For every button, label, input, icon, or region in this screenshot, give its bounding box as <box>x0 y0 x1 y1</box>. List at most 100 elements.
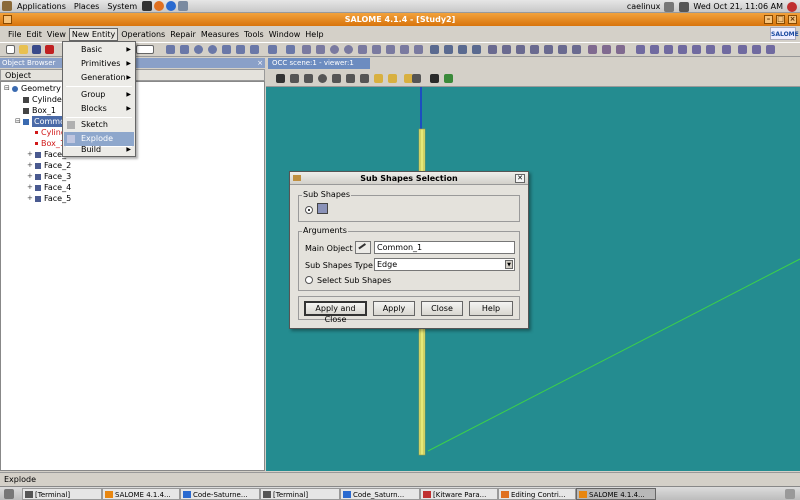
revolution-icon[interactable] <box>386 45 395 54</box>
dialog-menu-icon[interactable] <box>293 175 301 181</box>
tree-item-face-3[interactable]: + Face_3 <box>27 171 71 182</box>
module-selector-icon[interactable] <box>136 45 154 54</box>
tree-item-box-ref[interactable]: Box_1 <box>35 138 65 149</box>
dump-view-icon[interactable] <box>276 74 285 83</box>
bounding-box-icon[interactable] <box>766 45 775 54</box>
collapse-icon[interactable]: ⊟ <box>4 83 12 94</box>
arc-icon[interactable] <box>222 45 231 54</box>
apply-and-close-button[interactable]: Apply and Close <box>304 301 367 324</box>
menu-window[interactable]: Window <box>267 29 303 40</box>
help-button[interactable]: Help <box>469 301 513 316</box>
torus-icon[interactable] <box>344 45 353 54</box>
task-terminal-2[interactable]: [Terminal] <box>260 488 340 500</box>
front-view-icon[interactable] <box>374 74 383 83</box>
menu-file[interactable]: File <box>6 29 23 40</box>
plane-icon[interactable] <box>268 45 277 54</box>
menu-item-sketch[interactable]: Sketch <box>64 118 134 132</box>
fit-all-icon[interactable] <box>290 74 299 83</box>
task-editing[interactable]: Editing Contri... <box>498 488 576 500</box>
fuse-icon[interactable] <box>430 45 439 54</box>
rotation-icon[interactable] <box>502 45 511 54</box>
clone-view-icon[interactable] <box>412 74 421 83</box>
close-contour-icon[interactable] <box>678 45 687 54</box>
menu-item-generation[interactable]: Generation ▶ <box>64 71 134 85</box>
main-object-field[interactable]: Common_1 <box>374 241 515 254</box>
dimension-icon[interactable] <box>738 45 747 54</box>
task-code-saturne-2[interactable]: Code_Saturn... <box>340 488 420 500</box>
new-document-icon[interactable] <box>6 45 15 54</box>
power-icon[interactable] <box>787 1 797 12</box>
sphere-icon[interactable] <box>330 45 339 54</box>
expand-icon[interactable]: + <box>27 160 35 171</box>
gnome-foot-icon[interactable] <box>2 1 12 11</box>
expand-icon[interactable]: + <box>27 171 35 182</box>
tree-item-face-4[interactable]: + Face_4 <box>27 182 71 193</box>
extrusion-icon[interactable] <box>372 45 381 54</box>
inertia-icon[interactable] <box>752 45 761 54</box>
suppress-faces-icon[interactable] <box>664 45 673 54</box>
lcs-icon[interactable] <box>286 45 295 54</box>
menu-repair[interactable]: Repair <box>168 29 198 40</box>
expand-icon[interactable]: + <box>27 149 35 160</box>
cone-icon[interactable] <box>358 45 367 54</box>
minimize-icon[interactable]: – <box>764 15 773 24</box>
box-icon[interactable] <box>302 45 311 54</box>
remove-holes-icon[interactable] <box>692 45 701 54</box>
check-shape-icon[interactable] <box>706 45 715 54</box>
chamfer-icon[interactable] <box>602 45 611 54</box>
applications-menu[interactable]: Applications <box>13 2 70 11</box>
multi-translation-icon[interactable] <box>558 45 567 54</box>
window-menu-icon[interactable] <box>3 15 12 24</box>
archimede-icon[interactable] <box>616 45 625 54</box>
task-terminal-1[interactable]: [Terminal] <box>22 488 102 500</box>
mirror-icon[interactable] <box>530 45 539 54</box>
delete-icon[interactable] <box>45 45 54 54</box>
task-kitware[interactable]: [Kitware Para... <box>420 488 498 500</box>
object-browser-close-icon[interactable]: × <box>257 58 263 68</box>
system-menu[interactable]: System <box>103 2 141 11</box>
menu-edit[interactable]: Edit <box>24 29 44 40</box>
menu-item-build[interactable]: Build ▶ <box>64 144 134 156</box>
sub-shapes-type-combo[interactable]: Edge ▼ <box>374 258 515 271</box>
multi-rotation-icon[interactable] <box>572 45 581 54</box>
tree-item-geometry[interactable]: ⊟ Geometry <box>4 83 61 94</box>
tree-item-box[interactable]: Box_1 <box>23 105 56 116</box>
sew-icon[interactable] <box>636 45 645 54</box>
dialog-titlebar[interactable]: Sub Shapes Selection ✕ <box>290 172 528 185</box>
viewer-tab[interactable]: OCC scene:1 - viewer:1 <box>268 58 370 69</box>
files-launcher-icon[interactable] <box>178 1 189 11</box>
menu-item-blocks[interactable]: Blocks ▶ <box>64 102 134 116</box>
pan-icon[interactable] <box>332 74 341 83</box>
menu-view[interactable]: View <box>45 29 68 40</box>
firefox-launcher-icon[interactable] <box>154 1 165 11</box>
places-menu[interactable]: Places <box>70 2 103 11</box>
show-desktop-icon[interactable] <box>4 489 14 499</box>
dialog-close-icon[interactable]: ✕ <box>515 174 525 183</box>
task-salome-2[interactable]: SALOME 4.1.4... <box>576 488 656 500</box>
pipe-icon[interactable] <box>414 45 423 54</box>
scale-icon[interactable] <box>516 45 525 54</box>
main-object-select-button[interactable] <box>355 241 371 254</box>
menu-help[interactable]: Help <box>303 29 325 40</box>
vector-icon[interactable] <box>250 45 259 54</box>
circle-icon[interactable] <box>194 45 203 54</box>
open-folder-icon[interactable] <box>19 45 28 54</box>
task-salome-1[interactable]: SALOME 4.1.4... <box>102 488 180 500</box>
tree-item-face-5[interactable]: + Face_5 <box>27 193 71 204</box>
fillet-icon[interactable] <box>588 45 597 54</box>
menu-item-primitives[interactable]: Primitives ▶ <box>64 57 134 71</box>
help-launcher-icon[interactable] <box>166 1 177 11</box>
menu-operations[interactable]: Operations <box>119 29 167 40</box>
window-close-icon[interactable]: × <box>788 15 797 24</box>
tree-item-cylinder[interactable]: Cylinder <box>23 94 65 105</box>
close-button[interactable]: Close <box>421 301 463 316</box>
clipping-icon[interactable] <box>444 74 453 83</box>
common-icon[interactable] <box>444 45 453 54</box>
partition-icon[interactable] <box>722 45 731 54</box>
cut-icon[interactable] <box>458 45 467 54</box>
apply-button[interactable]: Apply <box>373 301 415 316</box>
cylinder-icon[interactable] <box>316 45 325 54</box>
menu-tools[interactable]: Tools <box>242 29 266 40</box>
combo-arrow-icon[interactable]: ▼ <box>505 260 513 269</box>
filling-icon[interactable] <box>400 45 409 54</box>
